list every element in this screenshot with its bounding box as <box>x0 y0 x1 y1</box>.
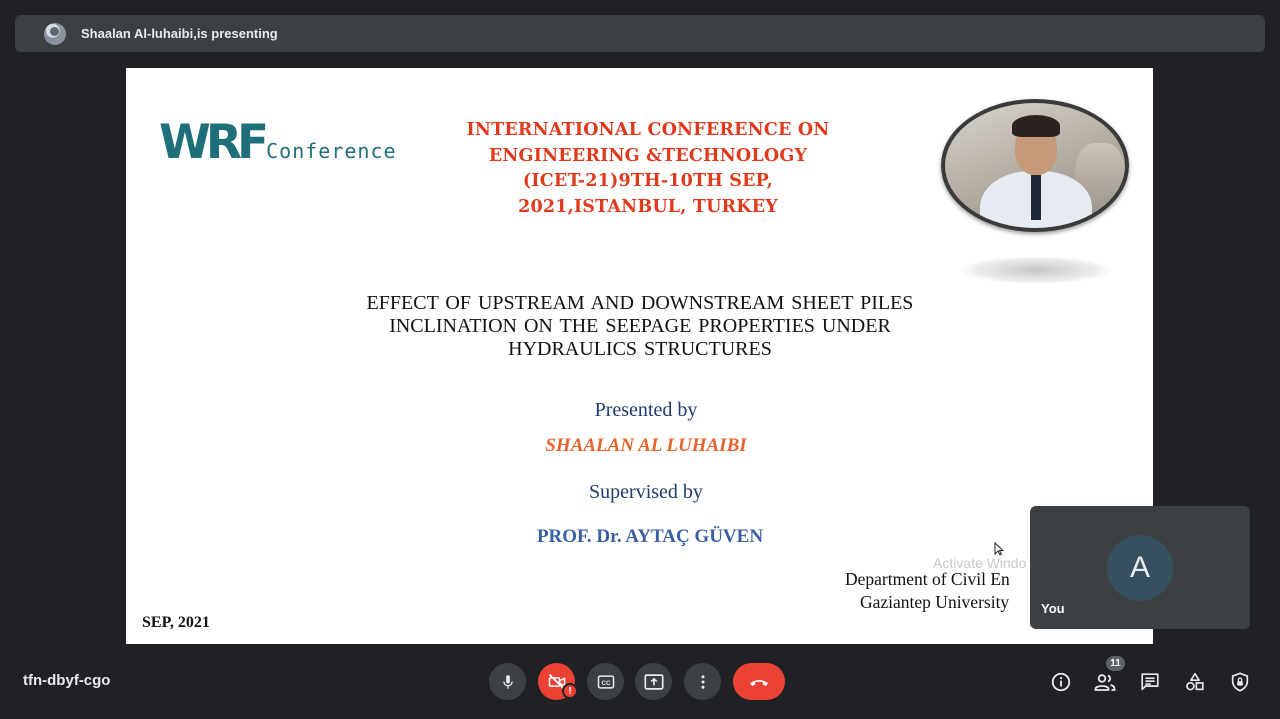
meeting-code[interactable]: tfn-dbyf-cgo <box>23 672 110 689</box>
university-text: Gaziantep University <box>860 592 1010 612</box>
info-icon <box>1051 672 1071 692</box>
presenter-banner: Shaalan Al-luhaibi,is presenting <box>15 15 1265 52</box>
present-now-button[interactable] <box>635 663 672 700</box>
participants-count-badge: 11 <box>1105 655 1126 672</box>
svg-text:CC: CC <box>601 679 611 686</box>
chat-button[interactable] <box>1137 669 1163 695</box>
more-vertical-icon <box>701 674 704 689</box>
mouse-cursor-icon <box>994 542 1004 556</box>
people-icon <box>1094 674 1116 691</box>
chat-icon <box>1141 673 1159 691</box>
meeting-details-button[interactable] <box>1048 669 1074 695</box>
present-screen-icon <box>643 673 664 690</box>
presenter-name: SHAALAN AL LUHAIBI <box>545 435 747 456</box>
shield-lock-icon <box>1231 672 1249 692</box>
supervised-by-label: Supervised by <box>589 481 703 503</box>
wrf-conference-logo: WRF Conference <box>159 110 397 166</box>
logo-word: Conference <box>266 139 397 163</box>
slide-date: SEP, 2021 <box>142 614 210 631</box>
activities-icon <box>1186 672 1204 691</box>
shared-slide: WRF Conference INTERNATIONAL CONFERENCE … <box>126 68 1153 644</box>
department-text: Department of Civil En <box>845 569 1010 589</box>
microphone-icon <box>502 674 513 689</box>
paper-title: EFFECT OF UPSTREAM AND DOWNSTREAM SHEET … <box>366 292 914 360</box>
self-view-tile[interactable]: A You <box>1030 506 1250 629</box>
more-options-button[interactable] <box>684 663 721 700</box>
presenter-avatar <box>44 22 66 45</box>
supervisor-name: PROF. Dr. AYTAÇ GÜVEN <box>536 526 764 547</box>
presenter-photo <box>941 99 1129 232</box>
logo-mark: WRF <box>159 115 269 170</box>
camera-toggle-button[interactable]: ! <box>538 663 578 700</box>
captions-button[interactable]: CC <box>587 663 624 700</box>
camera-alert-badge: ! <box>562 683 578 699</box>
microphone-button[interactable] <box>489 663 526 700</box>
presenter-banner-text: Shaalan Al-luhaibi,is presenting <box>81 26 278 41</box>
closed-captions-icon: CC <box>597 674 614 689</box>
show-everyone-button[interactable] <box>1092 669 1118 695</box>
call-end-icon <box>750 679 768 686</box>
conference-title: INTERNATIONAL CONFERENCE ON ENGINEERING … <box>466 120 830 217</box>
leave-call-button[interactable] <box>733 663 785 700</box>
activities-button[interactable] <box>1182 669 1208 695</box>
self-label: You <box>1041 601 1065 616</box>
presented-by-label: Presented by <box>594 399 698 421</box>
host-controls-button[interactable] <box>1227 669 1253 695</box>
photo-shadow <box>961 256 1111 284</box>
self-avatar: A <box>1107 535 1173 601</box>
